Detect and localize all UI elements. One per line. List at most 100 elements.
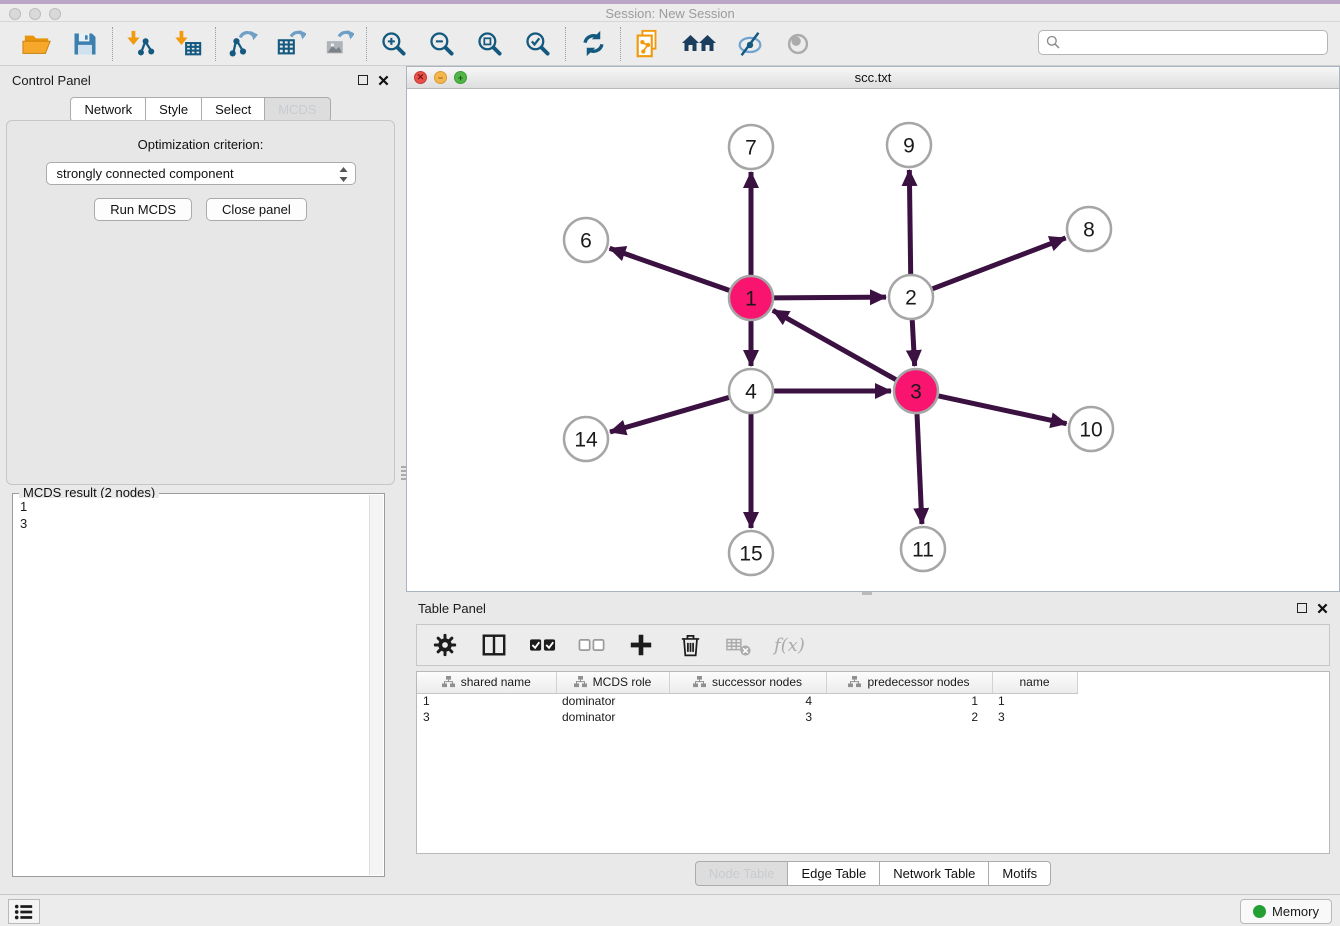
tab-edge-table[interactable]: Edge Table [788,861,880,886]
column-header-successor-nodes[interactable]: successor nodes [669,672,826,693]
hide-panel-icon[interactable] [735,29,765,59]
graph-edge-1-2[interactable] [774,297,886,298]
table-cell[interactable]: 1 [417,693,556,709]
table-cell[interactable]: dominator [556,693,669,709]
zoom-fit-icon[interactable] [475,29,505,59]
export-table-icon[interactable] [276,29,306,59]
column-header-label: name [1019,675,1049,689]
select-all-icon[interactable] [529,631,557,659]
function-icon[interactable]: f(x) [774,635,805,656]
network-view-window: ✕ − + scc.txt 7968124314101511 [406,66,1340,592]
graph-edge-3-1[interactable] [773,310,896,379]
table-cell[interactable]: 3 [992,709,1077,725]
open-session-icon[interactable] [22,29,52,59]
table-cell[interactable]: 2 [826,709,992,725]
search-input[interactable] [1066,35,1320,50]
search-icon [1046,35,1061,50]
window-titlebar: Session: New Session [0,0,1340,22]
table-cell[interactable]: 1 [992,693,1077,709]
mcds-result-box: MCDS result (2 nodes) 1 3 [12,493,385,877]
graph-svg: 7968124314101511 [407,89,1339,591]
criterion-dropdown[interactable]: strongly connected component [46,162,356,185]
graph-edge-3-11[interactable] [917,414,922,524]
table-cell[interactable]: 4 [669,693,826,709]
column-header-predecessor-nodes[interactable]: predecessor nodes [826,672,992,693]
float-table-panel-icon[interactable] [1297,603,1307,613]
float-panel-icon[interactable] [358,75,368,85]
run-mcds-button[interactable]: Run MCDS [94,198,192,221]
memory-label: Memory [1272,904,1319,919]
export-network-icon[interactable] [228,29,258,59]
add-icon[interactable] [627,631,655,659]
deselect-all-icon[interactable] [578,631,606,659]
graph-node-label: 11 [912,539,934,562]
memory-button[interactable]: Memory [1240,899,1332,924]
table-tabs: Node Table Edge Table Network Table Moti… [406,861,1340,886]
graph-node-label: 2 [905,287,917,310]
show-panel-icon[interactable] [783,29,813,59]
table-row[interactable]: 1dominator411 [417,693,1077,709]
table-cell[interactable]: dominator [556,709,669,725]
import-table-icon[interactable] [173,29,203,59]
column-header-MCDS-role[interactable]: MCDS role [556,672,669,693]
graph-edge-1-6[interactable] [610,248,730,290]
mcds-result-line: 1 [20,498,368,515]
tab-network-table[interactable]: Network Table [880,861,989,886]
graph-node-label: 6 [580,230,592,253]
graph-node-label: 3 [910,381,922,404]
table-row[interactable]: 3dominator323 [417,709,1077,725]
trash-icon[interactable] [676,631,704,659]
table-panel-title: Table Panel [418,601,486,616]
node-table: shared name MCDS rolesuccessor nodesprede… [417,672,1078,725]
column-header-label: shared name [461,675,531,689]
table-cell[interactable]: 1 [826,693,992,709]
graph-node-label: 7 [745,137,757,160]
table-cell[interactable]: 3 [417,709,556,725]
refresh-icon[interactable] [578,29,608,59]
close-panel-icon[interactable] [378,75,389,86]
zoom-in-icon[interactable] [379,29,409,59]
graph-edge-2-9[interactable] [909,170,910,274]
delete-table-icon[interactable] [725,631,753,659]
graph-node-label: 10 [1079,419,1102,442]
control-panel: Control Panel Network Style Select MCDS … [0,66,401,894]
criterion-dropdown-value: strongly connected component [57,166,234,181]
result-scrollbar[interactable] [369,495,383,875]
close-panel-button[interactable]: Close panel [206,198,307,221]
task-history-button[interactable] [8,899,40,924]
tab-node-table[interactable]: Node Table [695,861,789,886]
save-session-icon[interactable] [70,29,100,59]
tab-style[interactable]: Style [146,97,202,122]
gear-icon[interactable] [431,631,459,659]
column-type-icon [848,676,861,688]
network-canvas[interactable]: 7968124314101511 [407,89,1339,591]
control-panel-title: Control Panel [12,73,91,88]
tab-network[interactable]: Network [70,97,146,122]
close-table-panel-icon[interactable] [1317,603,1328,614]
graph-edge-2-3[interactable] [912,320,914,366]
network-window-titlebar[interactable]: ✕ − + scc.txt [407,67,1339,89]
home-icon[interactable] [681,29,717,59]
import-network-icon[interactable] [125,29,155,59]
zoom-selected-icon[interactable] [523,29,553,59]
table-cell[interactable]: 3 [669,709,826,725]
column-header-name[interactable]: name [992,672,1077,693]
table-toolbar: f(x) [416,624,1330,666]
column-type-icon [693,676,706,688]
search-box[interactable] [1038,30,1328,55]
graph-edge-4-14[interactable] [610,397,729,432]
zoom-out-icon[interactable] [427,29,457,59]
column-header-shared-name[interactable]: shared name [417,672,556,693]
dropdown-stepper-icon [339,167,348,182]
graph-edge-2-8[interactable] [932,238,1065,289]
graph-node-label: 15 [739,543,762,566]
graph-node-label: 14 [574,429,598,452]
export-image-icon[interactable] [324,29,354,59]
tab-motifs[interactable]: Motifs [989,861,1051,886]
mcds-result-text[interactable]: 1 3 [15,498,368,874]
tab-mcds[interactable]: MCDS [265,97,330,122]
tab-select[interactable]: Select [202,97,265,122]
graph-edge-3-10[interactable] [938,396,1066,424]
split-view-icon[interactable] [480,631,508,659]
duplicate-network-icon[interactable] [633,29,663,59]
